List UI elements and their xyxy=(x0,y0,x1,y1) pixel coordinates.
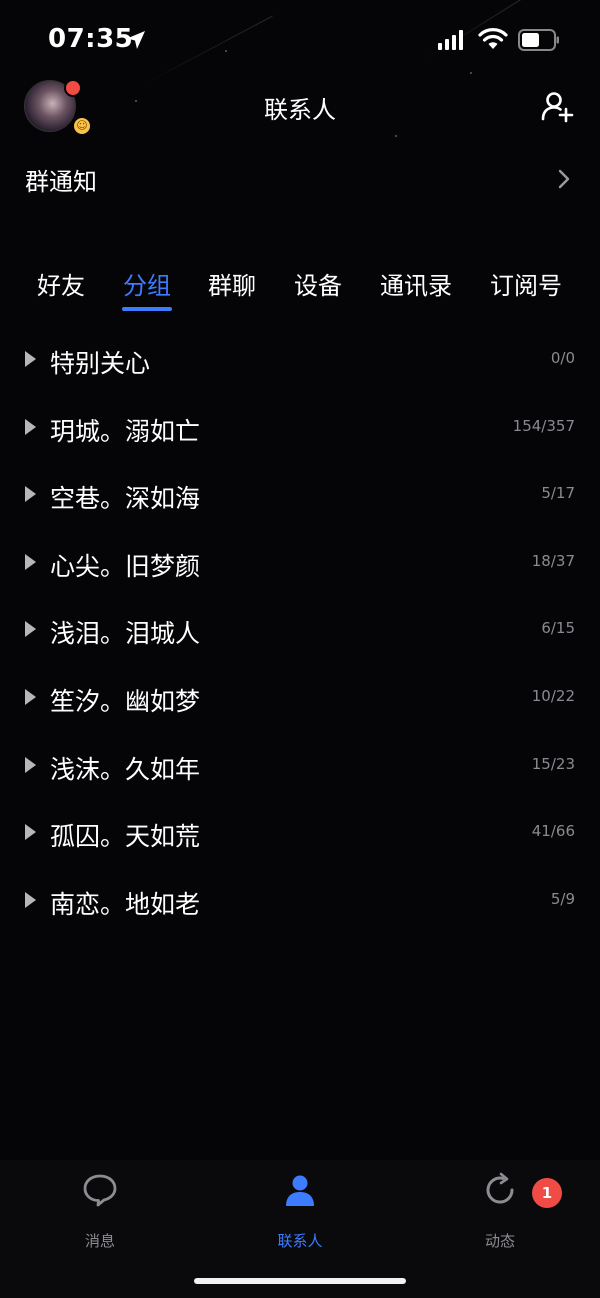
group-name: 南恋。地如老 xyxy=(50,889,201,919)
nav-moments[interactable]: 1 动态 xyxy=(440,1172,562,1252)
group-name: 笙汐。幽如梦 xyxy=(50,687,201,716)
wifi-icon xyxy=(478,28,508,49)
location-arrow-icon xyxy=(127,31,145,49)
list-item[interactable]: 玥城。溺如亡 154/357 xyxy=(0,395,600,462)
status-bar: 07:35 xyxy=(0,0,600,80)
nav-label: 联系人 xyxy=(277,1232,323,1250)
contacts-screen: 07:35 ☺ 联系人 群通知 好友 分组 群聊 设备 通讯录 订阅号 特别关心… xyxy=(0,0,600,1298)
tab-address-book[interactable]: 通讯录 xyxy=(380,266,452,301)
nav-messages[interactable]: 消息 xyxy=(40,1172,160,1252)
nav-label: 动态 xyxy=(484,1232,515,1250)
active-tab-indicator xyxy=(122,307,172,311)
moments-icon xyxy=(486,1172,514,1204)
tab-groups[interactable]: 分组 xyxy=(123,266,171,301)
contact-icon xyxy=(286,1175,314,1206)
expand-arrow-icon xyxy=(25,351,36,367)
header: ☺ 联系人 xyxy=(0,72,600,142)
status-time: 07:35 xyxy=(48,24,134,54)
add-friend-icon[interactable] xyxy=(540,90,574,124)
group-notice-label: 群通知 xyxy=(25,168,97,196)
group-count: 5/17 xyxy=(541,484,575,503)
group-count: 5/9 xyxy=(550,889,575,908)
group-notice-row[interactable]: 群通知 xyxy=(0,148,600,212)
group-name: 特别关心 xyxy=(50,349,151,378)
tab-friends[interactable]: 好友 xyxy=(37,266,85,301)
expand-arrow-icon xyxy=(25,553,36,570)
nav-contacts[interactable]: 联系人 xyxy=(240,1172,360,1252)
chevron-right-icon xyxy=(558,169,570,189)
list-item[interactable]: 浅沫。久如年 15/23 xyxy=(0,733,600,800)
group-count: 41/66 xyxy=(531,822,575,841)
tab-group-chats[interactable]: 群聊 xyxy=(208,266,256,301)
tab-subscriptions[interactable]: 订阅号 xyxy=(490,266,562,301)
message-icon xyxy=(83,1174,117,1207)
list-item[interactable]: 浅泪。泪城人 6/15 xyxy=(0,597,600,664)
cellular-signal-icon xyxy=(438,30,463,50)
notification-badge: 1 xyxy=(532,1178,562,1208)
nav-label: 消息 xyxy=(84,1232,115,1250)
group-count: 10/22 xyxy=(531,687,575,705)
page-title: 联系人 xyxy=(264,96,336,124)
battery-icon xyxy=(518,29,559,51)
contact-tabs: 好友 分组 群聊 设备 通讯录 订阅号 xyxy=(0,262,600,316)
expand-arrow-icon xyxy=(25,891,36,908)
list-item[interactable]: 心尖。旧梦颜 18/37 xyxy=(0,530,600,597)
group-name: 玥城。溺如亡 xyxy=(50,416,201,446)
group-name: 心尖。旧梦颜 xyxy=(50,551,201,581)
expand-arrow-icon xyxy=(25,756,36,773)
group-name: 浅沫。久如年 xyxy=(50,754,201,784)
tab-devices[interactable]: 设备 xyxy=(294,266,342,301)
group-count: 154/357 xyxy=(512,416,575,435)
list-item[interactable]: 南恋。地如老 5/9 xyxy=(0,868,600,935)
list-item[interactable]: 孤囚。天如荒 41/66 xyxy=(0,800,600,867)
expand-arrow-icon xyxy=(25,689,36,705)
group-name: 孤囚。天如荒 xyxy=(50,822,201,852)
expand-arrow-icon xyxy=(25,824,36,841)
group-count: 15/23 xyxy=(531,754,575,773)
expand-arrow-icon xyxy=(25,486,36,503)
expand-arrow-icon xyxy=(25,621,36,638)
list-item[interactable]: 笙汐。幽如梦 10/22 xyxy=(0,665,600,732)
group-count: 18/37 xyxy=(531,551,575,570)
list-item[interactable]: 特别关心 0/0 xyxy=(0,327,600,394)
group-name: 浅泪。泪城人 xyxy=(50,619,201,649)
home-indicator[interactable] xyxy=(194,1278,406,1284)
group-count: 6/15 xyxy=(541,619,575,638)
expand-arrow-icon xyxy=(25,418,36,435)
list-item[interactable]: 空巷。深如海 5/17 xyxy=(0,462,600,529)
group-count: 0/0 xyxy=(550,349,575,367)
group-name: 空巷。深如海 xyxy=(50,484,201,514)
